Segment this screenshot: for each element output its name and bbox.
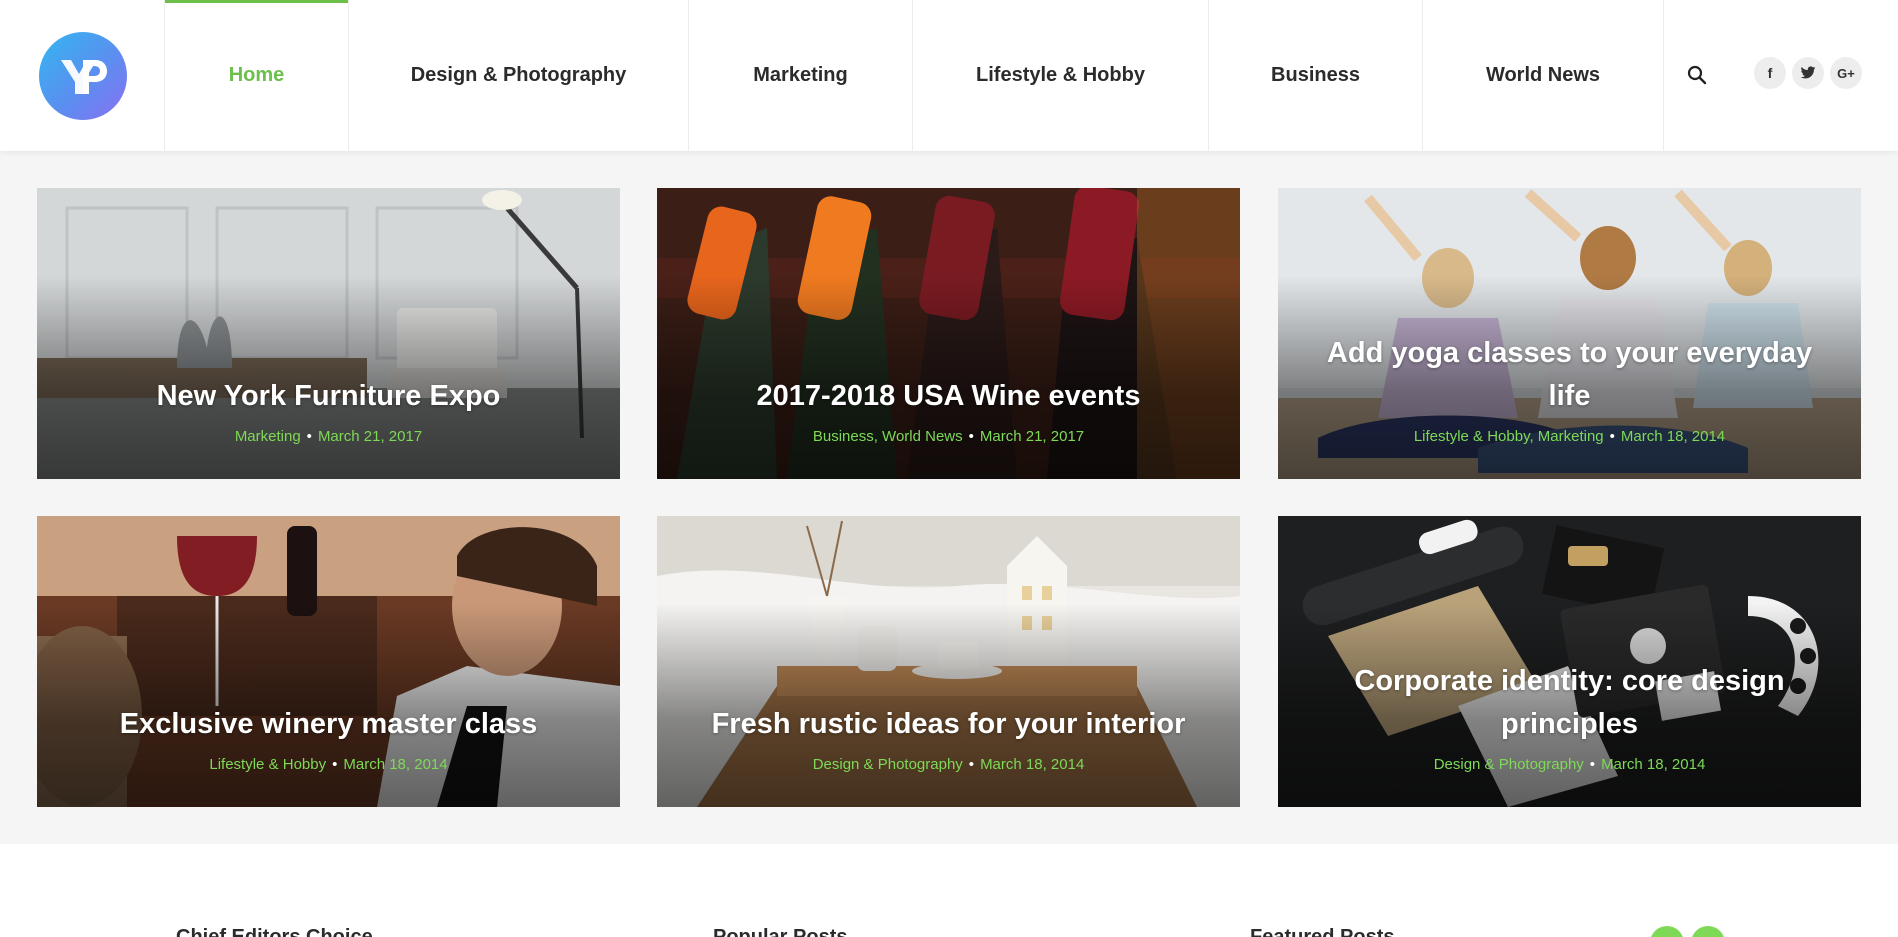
site-logo — [38, 31, 127, 120]
meta-separator: • — [332, 756, 338, 773]
nav-item-home[interactable]: Home — [164, 0, 348, 151]
post-title[interactable]: Corporate identity: core design principl… — [1318, 660, 1821, 746]
meta-separator: • — [1589, 756, 1596, 773]
footer-heading-featured-posts: Featured Posts — [1250, 926, 1395, 937]
post-date[interactable]: March 18, 2014 — [1601, 756, 1705, 773]
post-date[interactable]: March 18, 2014 — [980, 756, 1084, 773]
meta-separator: • — [968, 428, 974, 445]
footer-heading-popular-posts: Popular Posts — [713, 926, 848, 937]
post-card[interactable]: Fresh rustic ideas for your interior Des… — [657, 516, 1240, 807]
post-categories[interactable]: Business, World News — [813, 428, 963, 445]
post-title[interactable]: 2017-2018 USA Wine events — [697, 375, 1200, 418]
post-card[interactable]: New York Furniture Expo Marketing • March … — [37, 188, 620, 479]
post-content: New York Furniture Expo Marketing • March … — [77, 375, 580, 445]
nav-item-world-news[interactable]: World News — [1422, 0, 1664, 151]
post-date[interactable]: March 18, 2014 — [343, 756, 447, 773]
post-date[interactable]: March 18, 2014 — [1621, 428, 1725, 445]
search-icon — [1687, 65, 1707, 85]
search-button[interactable] — [1680, 58, 1714, 92]
facebook-icon: f — [1767, 65, 1773, 81]
site-logo-link[interactable] — [0, 0, 165, 151]
footer-heading-editors-choice: Chief Editors Choice — [176, 926, 373, 937]
main-nav: Home Design & Photography Marketing Life… — [164, 0, 1664, 151]
nav-item-lifestyle-hobby[interactable]: Lifestyle & Hobby — [912, 0, 1208, 151]
post-content: 2017-2018 USA Wine events Business, Worl… — [697, 375, 1200, 445]
post-categories[interactable]: Design & Photography — [813, 756, 963, 773]
post-content: Fresh rustic ideas for your interior Des… — [697, 703, 1200, 773]
post-content: Add yoga classes to your everyday life L… — [1318, 332, 1821, 445]
post-card[interactable]: 2017-2018 USA Wine events Business, Worl… — [657, 188, 1240, 479]
post-title[interactable]: Fresh rustic ideas for your interior — [697, 703, 1200, 746]
post-categories[interactable]: Lifestyle & Hobby — [209, 756, 326, 773]
post-categories[interactable]: Marketing — [235, 428, 301, 445]
facebook-button[interactable]: f — [1754, 57, 1786, 89]
post-content: Corporate identity: core design principl… — [1318, 660, 1821, 773]
post-title[interactable]: Exclusive winery master class — [77, 703, 580, 746]
logo-mark-icon — [60, 59, 107, 94]
post-categories[interactable]: Design & Photography — [1434, 756, 1584, 773]
post-meta: Lifestyle & Hobby, Marketing • March 18, 2… — [1318, 428, 1821, 445]
twitter-button[interactable] — [1792, 57, 1824, 89]
post-categories[interactable]: Lifestyle & Hobby, Marketing — [1414, 428, 1604, 445]
post-meta: Design & Photography • March 18, 2014 — [697, 756, 1200, 773]
post-card[interactable]: Add yoga classes to your everyday life L… — [1278, 188, 1861, 479]
post-card[interactable]: Exclusive winery master class Lifestyle … — [37, 516, 620, 807]
nav-item-marketing[interactable]: Marketing — [688, 0, 912, 151]
nav-item-business[interactable]: Business — [1208, 0, 1422, 151]
post-date[interactable]: March 21, 2017 — [980, 428, 1084, 445]
nav-item-design-photography[interactable]: Design & Photography — [348, 0, 688, 151]
post-meta: Lifestyle & Hobby • March 18, 2014 — [77, 756, 580, 773]
post-meta: Design & Photography • March 18, 2014 — [1318, 756, 1821, 773]
post-date[interactable]: March 21, 2017 — [318, 428, 422, 445]
post-title[interactable]: New York Furniture Expo — [77, 375, 580, 418]
meta-separator: • — [306, 428, 312, 445]
meta-separator: • — [1609, 428, 1615, 445]
post-meta: Marketing • March 21, 2017 — [77, 428, 580, 445]
meta-separator: • — [968, 756, 975, 773]
google-plus-button[interactable]: G+ — [1830, 57, 1862, 89]
post-meta: Business, World News • March 21, 2017 — [697, 428, 1200, 445]
post-content: Exclusive winery master class Lifestyle … — [77, 703, 580, 773]
post-card[interactable]: Corporate identity: core design principl… — [1278, 516, 1861, 807]
site-footer — [0, 844, 1898, 937]
post-title[interactable]: Add yoga classes to your everyday life — [1318, 332, 1821, 418]
google-plus-icon: G+ — [1837, 65, 1855, 81]
site-header: Home Design & Photography Marketing Life… — [0, 0, 1898, 151]
twitter-icon — [1800, 66, 1816, 79]
